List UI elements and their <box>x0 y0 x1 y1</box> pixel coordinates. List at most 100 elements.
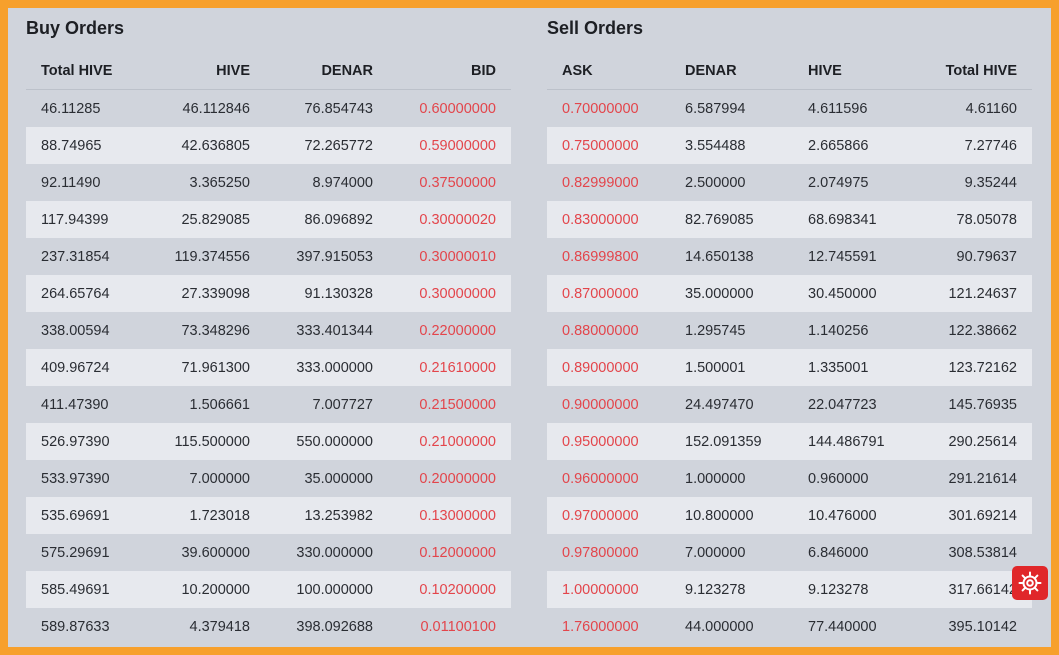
total-hive-cell: 145.76935 <box>948 396 1017 413</box>
settings-button[interactable] <box>1012 566 1048 600</box>
col-header-ask[interactable]: ASK <box>547 52 670 90</box>
table-row[interactable]: 0.97800000 7.000000 6.846000 308.53814 <box>547 534 1032 571</box>
hive-cell: 10.200000 <box>149 571 265 608</box>
denar-cell: 2.500000 <box>685 174 746 191</box>
hive-cell: 3.365250 <box>189 174 250 191</box>
denar-cell: 3.554488 <box>670 127 793 164</box>
bid-price-cell[interactable]: 0.01100100 <box>388 608 511 645</box>
table-row[interactable]: 0.82999000 2.500000 2.074975 9.35244 <box>547 164 1032 201</box>
bid-price-cell[interactable]: 0.12000000 <box>388 534 511 571</box>
table-row[interactable]: 589.87633 4.379418 398.092688 0.01100100 <box>26 608 511 645</box>
table-row[interactable]: 46.11285 46.112846 76.854743 0.60000000 <box>26 90 511 128</box>
table-header-row: ASK DENAR HIVE Total HIVE <box>547 52 1032 90</box>
bid-price-cell[interactable]: 0.21000000 <box>388 423 511 460</box>
col-header-hive[interactable]: HIVE <box>149 52 265 90</box>
ask-price-cell[interactable]: 0.70000000 <box>547 90 670 128</box>
ask-price-cell[interactable]: 1.76000000 <box>547 608 670 645</box>
ask-price-cell[interactable]: 0.88000000 <box>547 312 670 349</box>
table-row[interactable]: 533.97390 7.000000 35.000000 0.20000000 <box>26 460 511 497</box>
table-row[interactable]: 0.70000000 6.587994 4.611596 4.61160 <box>547 90 1032 128</box>
hive-cell: 77.440000 <box>808 618 877 635</box>
bid-price-cell[interactable]: 0.60000000 <box>388 90 511 128</box>
hive-cell: 27.339098 <box>149 275 265 312</box>
total-hive-cell: 264.65764 <box>26 275 149 312</box>
bid-price-cell[interactable]: 0.37500000 <box>388 164 511 201</box>
denar-cell: 1.500001 <box>670 349 793 386</box>
table-row[interactable]: 0.90000000 24.497470 22.047723 145.76935 <box>547 386 1032 423</box>
bid-price-cell[interactable]: 0.21500000 <box>388 386 511 423</box>
ask-price-cell[interactable]: 0.87000000 <box>547 275 670 312</box>
col-header-total-hive[interactable]: Total HIVE <box>909 52 1032 90</box>
denar-cell: 1.295745 <box>685 322 746 339</box>
table-row[interactable]: 92.11490 3.365250 8.974000 0.37500000 <box>26 164 511 201</box>
table-row[interactable]: 0.83000000 82.769085 68.698341 78.05078 <box>547 201 1032 238</box>
ask-price-cell[interactable]: 0.75000000 <box>547 127 670 164</box>
table-row[interactable]: 338.00594 73.348296 333.401344 0.22000000 <box>26 312 511 349</box>
hive-cell: 46.112846 <box>182 100 250 117</box>
denar-cell: 100.000000 <box>265 571 388 608</box>
col-header-total-hive[interactable]: Total HIVE <box>26 52 149 90</box>
col-header-denar[interactable]: DENAR <box>265 52 388 90</box>
table-row[interactable]: 0.86999800 14.650138 12.745591 90.79637 <box>547 238 1032 275</box>
hive-cell: 1.723018 <box>149 497 265 534</box>
hive-cell: 119.374556 <box>174 248 250 265</box>
denar-cell: 1.000000 <box>685 470 746 487</box>
app-frame: Buy Orders Total HIVE HIVE DENAR BID 46.… <box>0 0 1059 655</box>
ask-price-cell[interactable]: 0.97000000 <box>547 497 670 534</box>
table-row[interactable]: 0.89000000 1.500001 1.335001 123.72162 <box>547 349 1032 386</box>
table-row[interactable]: 1.76000000 44.000000 77.440000 395.10142 <box>547 608 1032 645</box>
bid-price-cell[interactable]: 0.22000000 <box>388 312 511 349</box>
table-row[interactable]: 0.87000000 35.000000 30.450000 121.24637 <box>547 275 1032 312</box>
table-row[interactable]: 411.47390 1.506661 7.007727 0.21500000 <box>26 386 511 423</box>
table-row[interactable]: 535.69691 1.723018 13.253982 0.13000000 <box>26 497 511 534</box>
bid-price-cell[interactable]: 0.30000000 <box>388 275 511 312</box>
col-header-bid[interactable]: BID <box>388 52 511 90</box>
table-header-row: Total HIVE HIVE DENAR BID <box>26 52 511 90</box>
bid-price-cell[interactable]: 0.59000000 <box>388 127 511 164</box>
table-row[interactable]: 264.65764 27.339098 91.130328 0.30000000 <box>26 275 511 312</box>
table-row[interactable]: 0.88000000 1.295745 1.140256 122.38662 <box>547 312 1032 349</box>
total-hive-cell: 237.31854 <box>41 248 110 265</box>
ask-price-cell[interactable]: 0.83000000 <box>547 201 670 238</box>
total-hive-cell: 533.97390 <box>41 470 110 487</box>
bid-price-cell[interactable]: 0.30000010 <box>388 238 511 275</box>
table-row[interactable]: 0.75000000 3.554488 2.665866 7.27746 <box>547 127 1032 164</box>
total-hive-cell: 585.49691 <box>26 571 149 608</box>
table-row[interactable]: 117.94399 25.829085 86.096892 0.30000020 <box>26 201 511 238</box>
ask-price-cell[interactable]: 0.95000000 <box>547 423 670 460</box>
buy-orders-table: Total HIVE HIVE DENAR BID 46.11285 46.112… <box>26 52 511 645</box>
table-row[interactable]: 526.97390 115.500000 550.000000 0.21000000 <box>26 423 511 460</box>
ask-price-cell[interactable]: 1.00000000 <box>547 571 670 608</box>
denar-cell: 24.497470 <box>685 396 754 413</box>
ask-price-cell[interactable]: 0.89000000 <box>547 349 670 386</box>
col-header-hive[interactable]: HIVE <box>793 52 909 90</box>
col-header-denar[interactable]: DENAR <box>670 52 793 90</box>
table-row[interactable]: 575.29691 39.600000 330.000000 0.12000000 <box>26 534 511 571</box>
bid-price-cell[interactable]: 0.13000000 <box>388 497 511 534</box>
ask-price-cell[interactable]: 0.82999000 <box>547 164 670 201</box>
ask-price-cell[interactable]: 0.86999800 <box>547 238 670 275</box>
bid-price-cell[interactable]: 0.10200000 <box>388 571 511 608</box>
denar-cell: 35.000000 <box>670 275 793 312</box>
table-row[interactable]: 0.95000000 152.091359 144.486791 290.25614 <box>547 423 1032 460</box>
denar-cell: 9.123278 <box>670 571 793 608</box>
table-row[interactable]: 0.96000000 1.000000 0.960000 291.21614 <box>547 460 1032 497</box>
total-hive-cell: 46.11285 <box>41 100 101 117</box>
table-row[interactable]: 0.97000000 10.800000 10.476000 301.69214 <box>547 497 1032 534</box>
total-hive-cell: 409.96724 <box>26 349 149 386</box>
ask-price-cell[interactable]: 0.90000000 <box>547 386 670 423</box>
denar-cell: 152.091359 <box>670 423 793 460</box>
ask-price-cell[interactable]: 0.96000000 <box>547 460 670 497</box>
table-row[interactable]: 585.49691 10.200000 100.000000 0.10200000 <box>26 571 511 608</box>
bid-price-cell[interactable]: 0.21610000 <box>388 349 511 386</box>
denar-cell: 8.974000 <box>312 174 373 191</box>
ask-price-cell[interactable]: 0.97800000 <box>547 534 670 571</box>
bid-price-cell[interactable]: 0.30000020 <box>388 201 511 238</box>
denar-cell: 398.092688 <box>296 618 373 635</box>
table-row[interactable]: 1.00000000 9.123278 9.123278 317.66142 <box>547 571 1032 608</box>
table-row[interactable]: 88.74965 42.636805 72.265772 0.59000000 <box>26 127 511 164</box>
denar-cell: 76.854743 <box>304 100 373 117</box>
table-row[interactable]: 237.31854 119.374556 397.915053 0.30000010 <box>26 238 511 275</box>
bid-price-cell[interactable]: 0.20000000 <box>388 460 511 497</box>
table-row[interactable]: 409.96724 71.961300 333.000000 0.21610000 <box>26 349 511 386</box>
